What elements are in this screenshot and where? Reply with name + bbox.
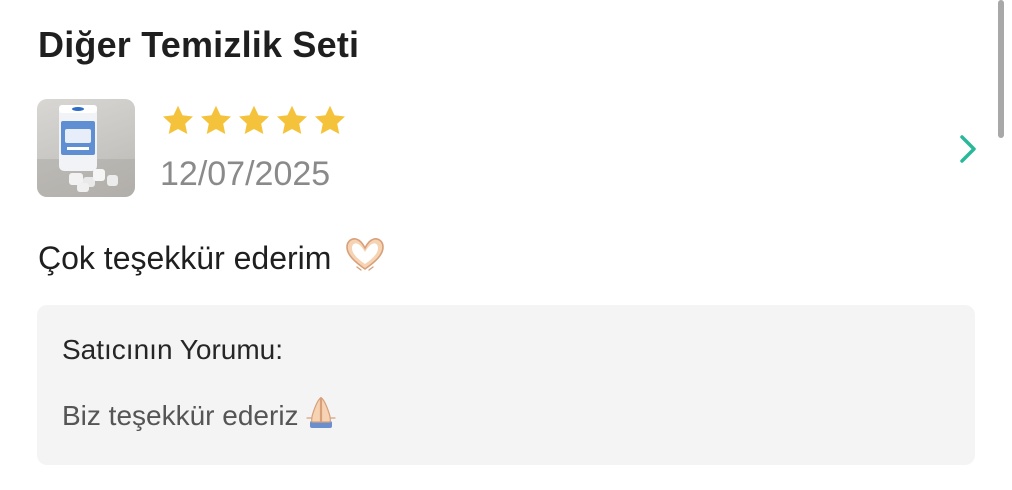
heart-hands-icon: [343, 236, 387, 280]
seller-reply-text: Biz teşekkür ederiz: [62, 399, 299, 431]
product-photo-thumbnail[interactable]: [37, 99, 135, 197]
star-icon: [315, 105, 345, 135]
review-date: 12/07/2025: [160, 155, 331, 193]
star-icon: [163, 105, 193, 135]
product-title: Diğer Temizlik Seti: [38, 24, 360, 65]
scrollbar-thumb[interactable]: [998, 0, 1004, 138]
review-summary-row[interactable]: 12/07/2025: [37, 99, 982, 197]
review-comment: Çok teşekkür ederim: [38, 236, 387, 280]
review-comment-text: Çok teşekkür ederim: [38, 239, 332, 276]
folded-hands-icon: [301, 394, 341, 437]
star-icon: [239, 105, 269, 135]
seller-reply-box: Satıcının Yorumu: Biz teşekkür ederiz: [37, 305, 975, 465]
seller-reply-label: Satıcının Yorumu:: [62, 334, 284, 365]
chevron-right-icon[interactable]: [954, 129, 982, 169]
seller-reply: Biz teşekkür ederiz: [62, 394, 341, 437]
product-photo-image: [37, 105, 135, 197]
rating-stars: [160, 103, 348, 139]
star-icon: [201, 105, 231, 135]
star-icon: [277, 105, 307, 135]
